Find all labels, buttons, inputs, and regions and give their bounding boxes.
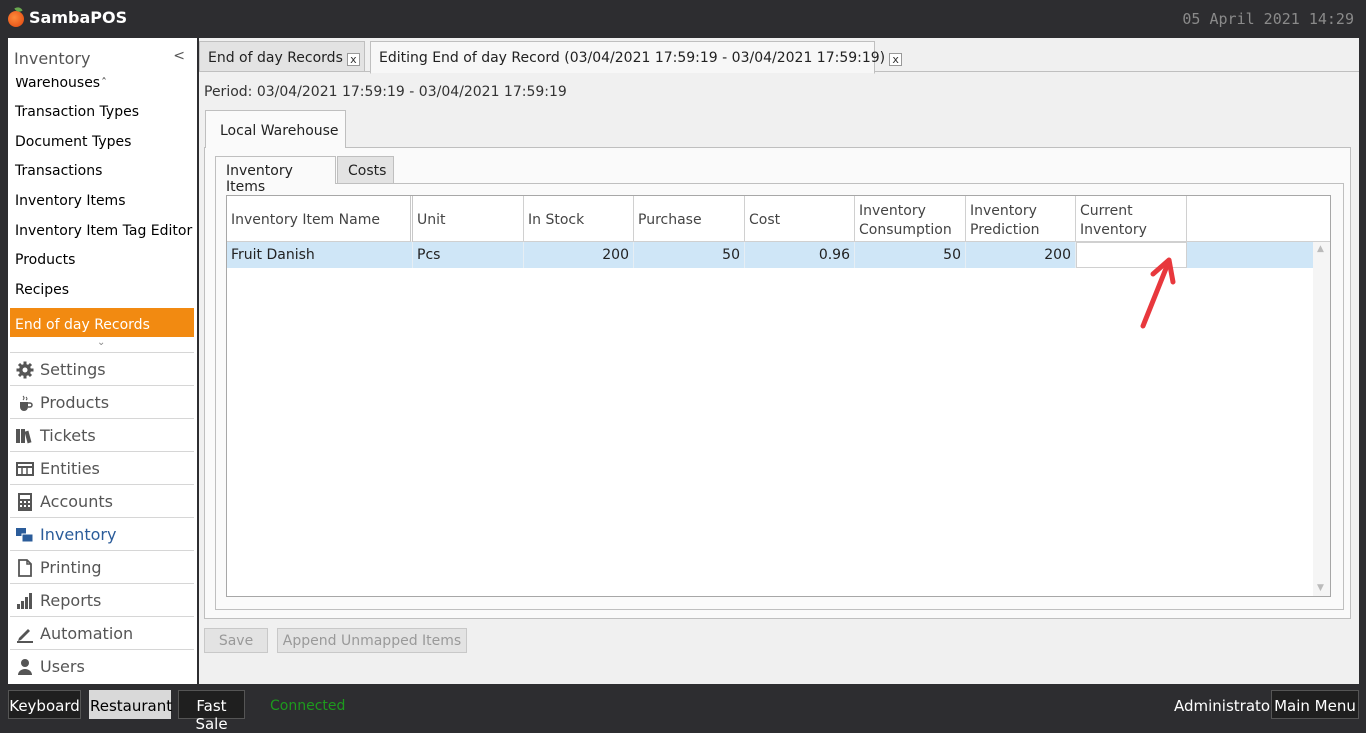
sidebar-item-document-types[interactable]: Document Types <box>10 125 194 154</box>
tab-editing-record[interactable]: Editing End of day Record (03/04/2021 17… <box>370 41 903 74</box>
cell-cost[interactable]: 0.96 <box>745 242 855 268</box>
connection-status: Connected <box>270 698 346 714</box>
menu-entities[interactable]: Entities <box>10 451 194 484</box>
tab-end-of-day-records[interactable]: End of day Records x <box>199 41 365 72</box>
document-icon <box>18 559 32 577</box>
fast-sale-button[interactable]: Fast Sale <box>178 690 245 733</box>
boxes-icon <box>16 528 34 543</box>
menu-users-label: Users <box>40 657 85 676</box>
sidebar-header[interactable]: Inventory < <box>8 38 197 74</box>
books-icon <box>16 429 32 444</box>
calculator-icon <box>18 493 32 511</box>
sidebar-item-inventory-items[interactable]: Inventory Items <box>10 184 194 213</box>
menu-settings[interactable]: Settings <box>10 352 194 385</box>
sidebar-item-end-of-day-records[interactable]: End of day Records <box>10 308 194 337</box>
period-label: Period: 03/04/2021 17:59:19 - 03/04/2021… <box>204 84 567 100</box>
menu-entities-label: Entities <box>40 459 100 478</box>
vertical-scrollbar[interactable]: ▲ ▼ <box>1313 242 1330 596</box>
sidebar-item-products[interactable]: Products <box>10 243 194 272</box>
cell-purchase[interactable]: 50 <box>634 242 745 268</box>
menu-printing-label: Printing <box>40 558 102 577</box>
main-content: End of day Records x Editing End of day R… <box>199 38 1359 684</box>
scroll-down-icon[interactable]: ▼ <box>1317 583 1324 593</box>
menu-users[interactable]: Users <box>10 649 194 682</box>
column-header-unit[interactable]: Unit <box>413 196 524 242</box>
menu-automation[interactable]: Automation <box>10 616 194 649</box>
sidebar-item-transactions[interactable]: Transactions <box>10 154 194 183</box>
app-title: SambaPOS <box>29 8 128 27</box>
column-header-cost[interactable]: Cost <box>745 196 855 242</box>
current-user: Administrator <box>1174 697 1277 715</box>
main-menu-button[interactable]: Main Menu <box>1271 690 1359 719</box>
scroll-up-icon[interactable]: ▲ <box>1317 244 1324 254</box>
tab-label: End of day Records <box>208 50 343 66</box>
cell-inventory-prediction[interactable]: 200 <box>966 242 1076 268</box>
scroll-up-icon[interactable]: ˆ <box>101 76 107 90</box>
user-icon <box>18 659 32 675</box>
menu-inventory[interactable]: Inventory <box>10 517 194 550</box>
sidebar-header-label: Inventory <box>14 49 91 68</box>
tab-label: Editing End of day Record (03/04/2021 17… <box>379 50 886 66</box>
cell-unit[interactable]: Pcs <box>413 242 524 268</box>
column-header-in-stock[interactable]: In Stock <box>524 196 634 242</box>
cell-in-stock[interactable]: 200 <box>524 242 634 268</box>
title-bar: SambaPOS 05 April 2021 14:29 <box>0 0 1366 36</box>
cell-item-name[interactable]: Fruit Danish <box>227 242 413 268</box>
menu-automation-label: Automation <box>40 624 134 643</box>
column-header-filler <box>1187 196 1330 242</box>
menu-tickets-label: Tickets <box>40 426 96 445</box>
orange-logo-icon <box>8 11 24 27</box>
cell-inventory-consumption[interactable]: 50 <box>855 242 966 268</box>
sidebar-item-transaction-types[interactable]: Transaction Types <box>10 95 194 124</box>
restaurant-button[interactable]: Restaurant <box>89 690 172 719</box>
sidebar: Inventory < Warehouses Transaction Types… <box>8 38 197 684</box>
tab-local-warehouse[interactable]: Local Warehouse <box>205 110 346 148</box>
menu-reports[interactable]: Reports <box>10 583 194 616</box>
menu-inventory-label: Inventory <box>40 525 117 544</box>
menu-reports-label: Reports <box>40 591 102 610</box>
menu-products[interactable]: Products <box>10 385 194 418</box>
collapse-icon[interactable]: < <box>173 48 185 64</box>
append-unmapped-items-button[interactable]: Append Unmapped Items <box>277 628 467 653</box>
close-icon[interactable]: x <box>889 53 903 66</box>
pen-icon <box>17 629 33 643</box>
sidebar-item-list: Warehouses Transaction Types Document Ty… <box>8 78 197 338</box>
menu-accounts[interactable]: Accounts <box>10 484 194 517</box>
gear-icon <box>16 361 34 379</box>
keyboard-button[interactable]: Keyboard <box>8 690 81 719</box>
sidebar-item-recipes[interactable]: Recipes <box>10 273 194 302</box>
datetime: 05 April 2021 14:29 <box>1182 10 1354 28</box>
tab-inventory-items[interactable]: Inventory Items <box>215 156 336 195</box>
status-bar: Keyboard Restaurant Fast Sale Connected … <box>0 686 1366 733</box>
tab-costs[interactable]: Costs <box>337 156 394 184</box>
menu-accounts-label: Accounts <box>40 492 113 511</box>
column-header-inventory-prediction[interactable]: Inventory Prediction <box>966 196 1076 242</box>
save-button[interactable]: Save <box>204 628 268 653</box>
column-header-item-name[interactable]: Inventory Item Name <box>227 196 413 242</box>
bar-chart-icon <box>17 593 32 609</box>
column-header-purchase[interactable]: Purchase <box>634 196 745 242</box>
sidebar-item-inventory-item-tag-editor[interactable]: Inventory Item Tag Editor <box>10 214 194 243</box>
scroll-down-icon[interactable]: ⌄ <box>97 337 105 348</box>
menu-tickets[interactable]: Tickets <box>10 418 194 451</box>
menu-settings-label: Settings <box>40 360 106 379</box>
coffee-icon <box>20 395 33 411</box>
menu-products-label: Products <box>40 393 110 412</box>
column-header-current-inventory[interactable]: Current Inventory <box>1076 196 1187 242</box>
column-header-inventory-consumption[interactable]: Inventory Consumption <box>855 196 966 242</box>
table-icon <box>16 462 34 476</box>
annotation-arrow-icon <box>1140 257 1176 329</box>
close-icon[interactable]: x <box>346 53 360 66</box>
menu-printing[interactable]: Printing <box>10 550 194 583</box>
